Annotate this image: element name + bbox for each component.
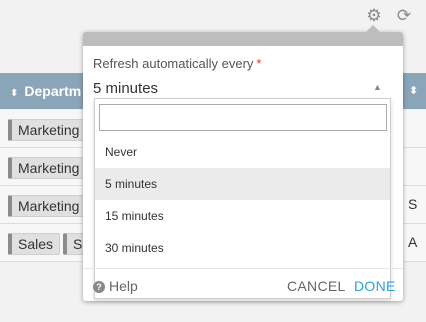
popup-title-bar: [83, 32, 403, 46]
dropdown-search-input[interactable]: [99, 104, 387, 131]
done-button[interactable]: DONE: [354, 278, 396, 294]
refresh-settings-popup: Refresh automatically every * 5 minutes ▲…: [83, 25, 403, 301]
dropdown-option-30-minutes[interactable]: 30 minutes: [95, 232, 390, 264]
column-header-label: Departm: [24, 83, 82, 99]
popup-pointer: [366, 25, 380, 32]
required-mark: *: [256, 56, 262, 71]
gear-icon[interactable]: ⚙: [365, 7, 383, 25]
refresh-interval-label: Refresh automatically every *: [93, 56, 262, 71]
sort-icon[interactable]: ⬍: [409, 73, 418, 109]
department-tag: Marketing: [8, 195, 87, 217]
help-link[interactable]: ? Help: [93, 278, 138, 294]
refresh-interval-select[interactable]: 5 minutes: [93, 80, 158, 97]
cancel-button[interactable]: CANCEL: [287, 278, 346, 294]
popup-footer: ? Help CANCEL DONE: [83, 268, 403, 301]
column-header-department[interactable]: ⬍ Departm: [10, 73, 81, 109]
chevron-down-icon[interactable]: ▲: [373, 82, 382, 92]
department-tag: Marketing: [8, 119, 87, 141]
cell-text: S: [408, 196, 418, 212]
refresh-icon[interactable]: ⟳: [395, 7, 413, 25]
department-tag: Marketing: [8, 157, 87, 179]
question-icon: ?: [93, 281, 105, 293]
sort-icon: ⬍: [10, 88, 19, 99]
dropdown-option-15-minutes[interactable]: 15 minutes: [95, 200, 390, 232]
app-screen: ⚙ ⟳ ⬍ Departm ⬍ Marketing Marketing Marke…: [0, 0, 426, 322]
cell-text: A: [408, 234, 418, 250]
dropdown-option-never[interactable]: Never: [95, 136, 390, 168]
dropdown-option-5-minutes[interactable]: 5 minutes: [95, 168, 390, 200]
department-tag: Sales: [8, 233, 61, 255]
